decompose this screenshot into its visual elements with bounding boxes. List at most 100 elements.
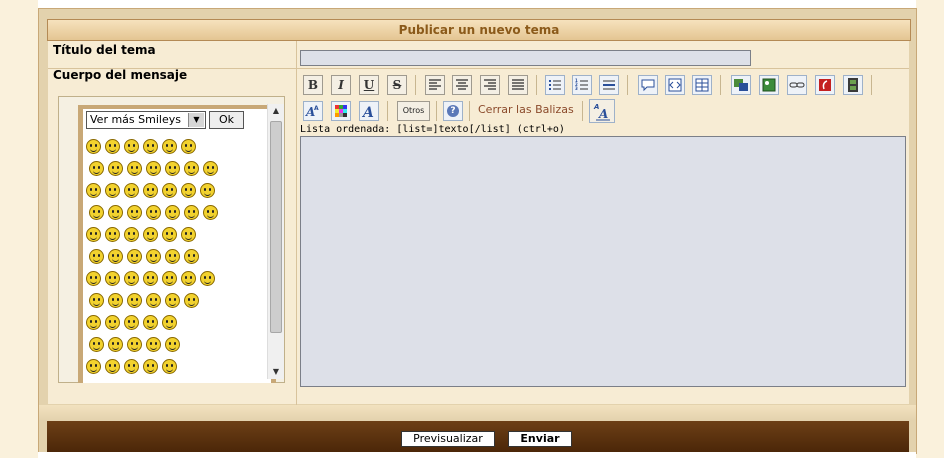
smiley-icon[interactable] bbox=[165, 161, 180, 176]
smiley-icon[interactable] bbox=[146, 337, 161, 352]
smiley-icon[interactable] bbox=[86, 227, 101, 242]
table-button[interactable] bbox=[692, 75, 712, 95]
smiley-icon[interactable] bbox=[143, 315, 158, 330]
link-button[interactable] bbox=[787, 75, 807, 95]
font-face-button[interactable]: A bbox=[359, 101, 379, 121]
smiley-icon[interactable] bbox=[86, 183, 101, 198]
smiley-icon[interactable] bbox=[146, 161, 161, 176]
smiley-icon[interactable] bbox=[105, 315, 120, 330]
smiley-icon[interactable] bbox=[162, 315, 177, 330]
smiley-icon[interactable] bbox=[181, 227, 196, 242]
smiley-icon[interactable] bbox=[165, 249, 180, 264]
smiley-icon[interactable] bbox=[108, 249, 123, 264]
smiley-icon[interactable] bbox=[184, 205, 199, 220]
smiley-icon[interactable] bbox=[124, 183, 139, 198]
smiley-icon[interactable] bbox=[184, 249, 199, 264]
smiley-icon[interactable] bbox=[165, 293, 180, 308]
smiley-icon[interactable] bbox=[200, 271, 215, 286]
preview-button[interactable]: Previsualizar bbox=[401, 431, 495, 447]
close-tags-link[interactable]: Cerrar las Balizas bbox=[478, 103, 574, 116]
smiley-icon[interactable] bbox=[86, 359, 101, 374]
smiley-icon[interactable] bbox=[89, 293, 104, 308]
smiley-icon[interactable] bbox=[127, 337, 142, 352]
send-button[interactable]: Enviar bbox=[508, 431, 572, 447]
smiley-icon[interactable] bbox=[181, 183, 196, 198]
font-size-button[interactable]: AA bbox=[303, 101, 323, 121]
unordered-list-button[interactable] bbox=[545, 75, 565, 95]
image-host-button[interactable] bbox=[731, 75, 751, 95]
smiley-icon[interactable] bbox=[86, 139, 101, 154]
quote-button[interactable] bbox=[638, 75, 658, 95]
smiley-icon[interactable] bbox=[162, 271, 177, 286]
smiley-icon[interactable] bbox=[184, 161, 199, 176]
smiley-icon[interactable] bbox=[124, 359, 139, 374]
code-button[interactable] bbox=[665, 75, 685, 95]
help-button[interactable]: ? bbox=[443, 101, 463, 121]
scroll-up-icon[interactable]: ▲ bbox=[268, 104, 284, 118]
justify-button[interactable] bbox=[508, 75, 528, 95]
smiley-icon[interactable] bbox=[143, 183, 158, 198]
smiley-icon[interactable] bbox=[127, 293, 142, 308]
smiley-icon[interactable] bbox=[203, 161, 218, 176]
italic-button[interactable]: I bbox=[331, 75, 351, 95]
image-button[interactable] bbox=[759, 75, 779, 95]
smiley-icon[interactable] bbox=[143, 359, 158, 374]
smiley-icon[interactable] bbox=[86, 315, 101, 330]
format-toggle-button[interactable]: AA bbox=[589, 99, 615, 123]
smiley-icon[interactable] bbox=[146, 249, 161, 264]
smiley-icon[interactable] bbox=[124, 227, 139, 242]
smiley-icon[interactable] bbox=[105, 139, 120, 154]
smiley-icon[interactable] bbox=[108, 161, 123, 176]
smiley-scrollbar[interactable]: ▲ ▼ bbox=[267, 104, 284, 379]
smiley-icon[interactable] bbox=[86, 271, 101, 286]
smiley-icon[interactable] bbox=[89, 249, 104, 264]
otros-button[interactable]: Otros bbox=[397, 101, 430, 121]
scrollbar-thumb[interactable] bbox=[270, 121, 282, 333]
smiley-icon[interactable] bbox=[165, 205, 180, 220]
horizontal-rule-button[interactable] bbox=[599, 75, 619, 95]
smiley-icon[interactable] bbox=[105, 271, 120, 286]
smiley-icon[interactable] bbox=[127, 161, 142, 176]
smiley-icon[interactable] bbox=[127, 249, 142, 264]
smiley-icon[interactable] bbox=[89, 161, 104, 176]
smiley-icon[interactable] bbox=[143, 139, 158, 154]
smiley-icon[interactable] bbox=[124, 271, 139, 286]
color-button[interactable] bbox=[331, 101, 351, 121]
smiley-icon[interactable] bbox=[89, 337, 104, 352]
ordered-list-button[interactable]: 123 bbox=[572, 75, 592, 95]
smiley-icon[interactable] bbox=[162, 183, 177, 198]
smiley-icon[interactable] bbox=[162, 359, 177, 374]
smiley-icon[interactable] bbox=[108, 205, 123, 220]
underline-button[interactable]: U bbox=[359, 75, 379, 95]
smileys-ok-button[interactable]: Ok bbox=[209, 111, 244, 129]
strikethrough-button[interactable]: S bbox=[387, 75, 407, 95]
smiley-icon[interactable] bbox=[162, 139, 177, 154]
align-center-button[interactable] bbox=[452, 75, 472, 95]
smiley-icon[interactable] bbox=[143, 227, 158, 242]
bold-button[interactable]: B bbox=[303, 75, 323, 95]
video-button[interactable] bbox=[843, 75, 863, 95]
smiley-icon[interactable] bbox=[184, 293, 199, 308]
flash-button[interactable] bbox=[815, 75, 835, 95]
align-right-button[interactable] bbox=[480, 75, 500, 95]
smiley-icon[interactable] bbox=[200, 183, 215, 198]
smiley-icon[interactable] bbox=[105, 183, 120, 198]
smiley-icon[interactable] bbox=[127, 205, 142, 220]
smiley-icon[interactable] bbox=[108, 293, 123, 308]
smiley-icon[interactable] bbox=[203, 205, 218, 220]
smiley-icon[interactable] bbox=[108, 337, 123, 352]
smiley-icon[interactable] bbox=[146, 205, 161, 220]
smiley-icon[interactable] bbox=[162, 227, 177, 242]
scroll-down-icon[interactable]: ▼ bbox=[268, 365, 284, 379]
topic-title-input[interactable] bbox=[300, 50, 751, 66]
smiley-icon[interactable] bbox=[89, 205, 104, 220]
smiley-icon[interactable] bbox=[124, 315, 139, 330]
smiley-icon[interactable] bbox=[181, 271, 196, 286]
more-smileys-select[interactable]: Ver más Smileys ▼ bbox=[86, 111, 206, 129]
smiley-icon[interactable] bbox=[105, 359, 120, 374]
smiley-icon[interactable] bbox=[105, 227, 120, 242]
message-body-editor[interactable] bbox=[300, 136, 906, 387]
smiley-icon[interactable] bbox=[165, 337, 180, 352]
smiley-icon[interactable] bbox=[181, 139, 196, 154]
smiley-icon[interactable] bbox=[146, 293, 161, 308]
